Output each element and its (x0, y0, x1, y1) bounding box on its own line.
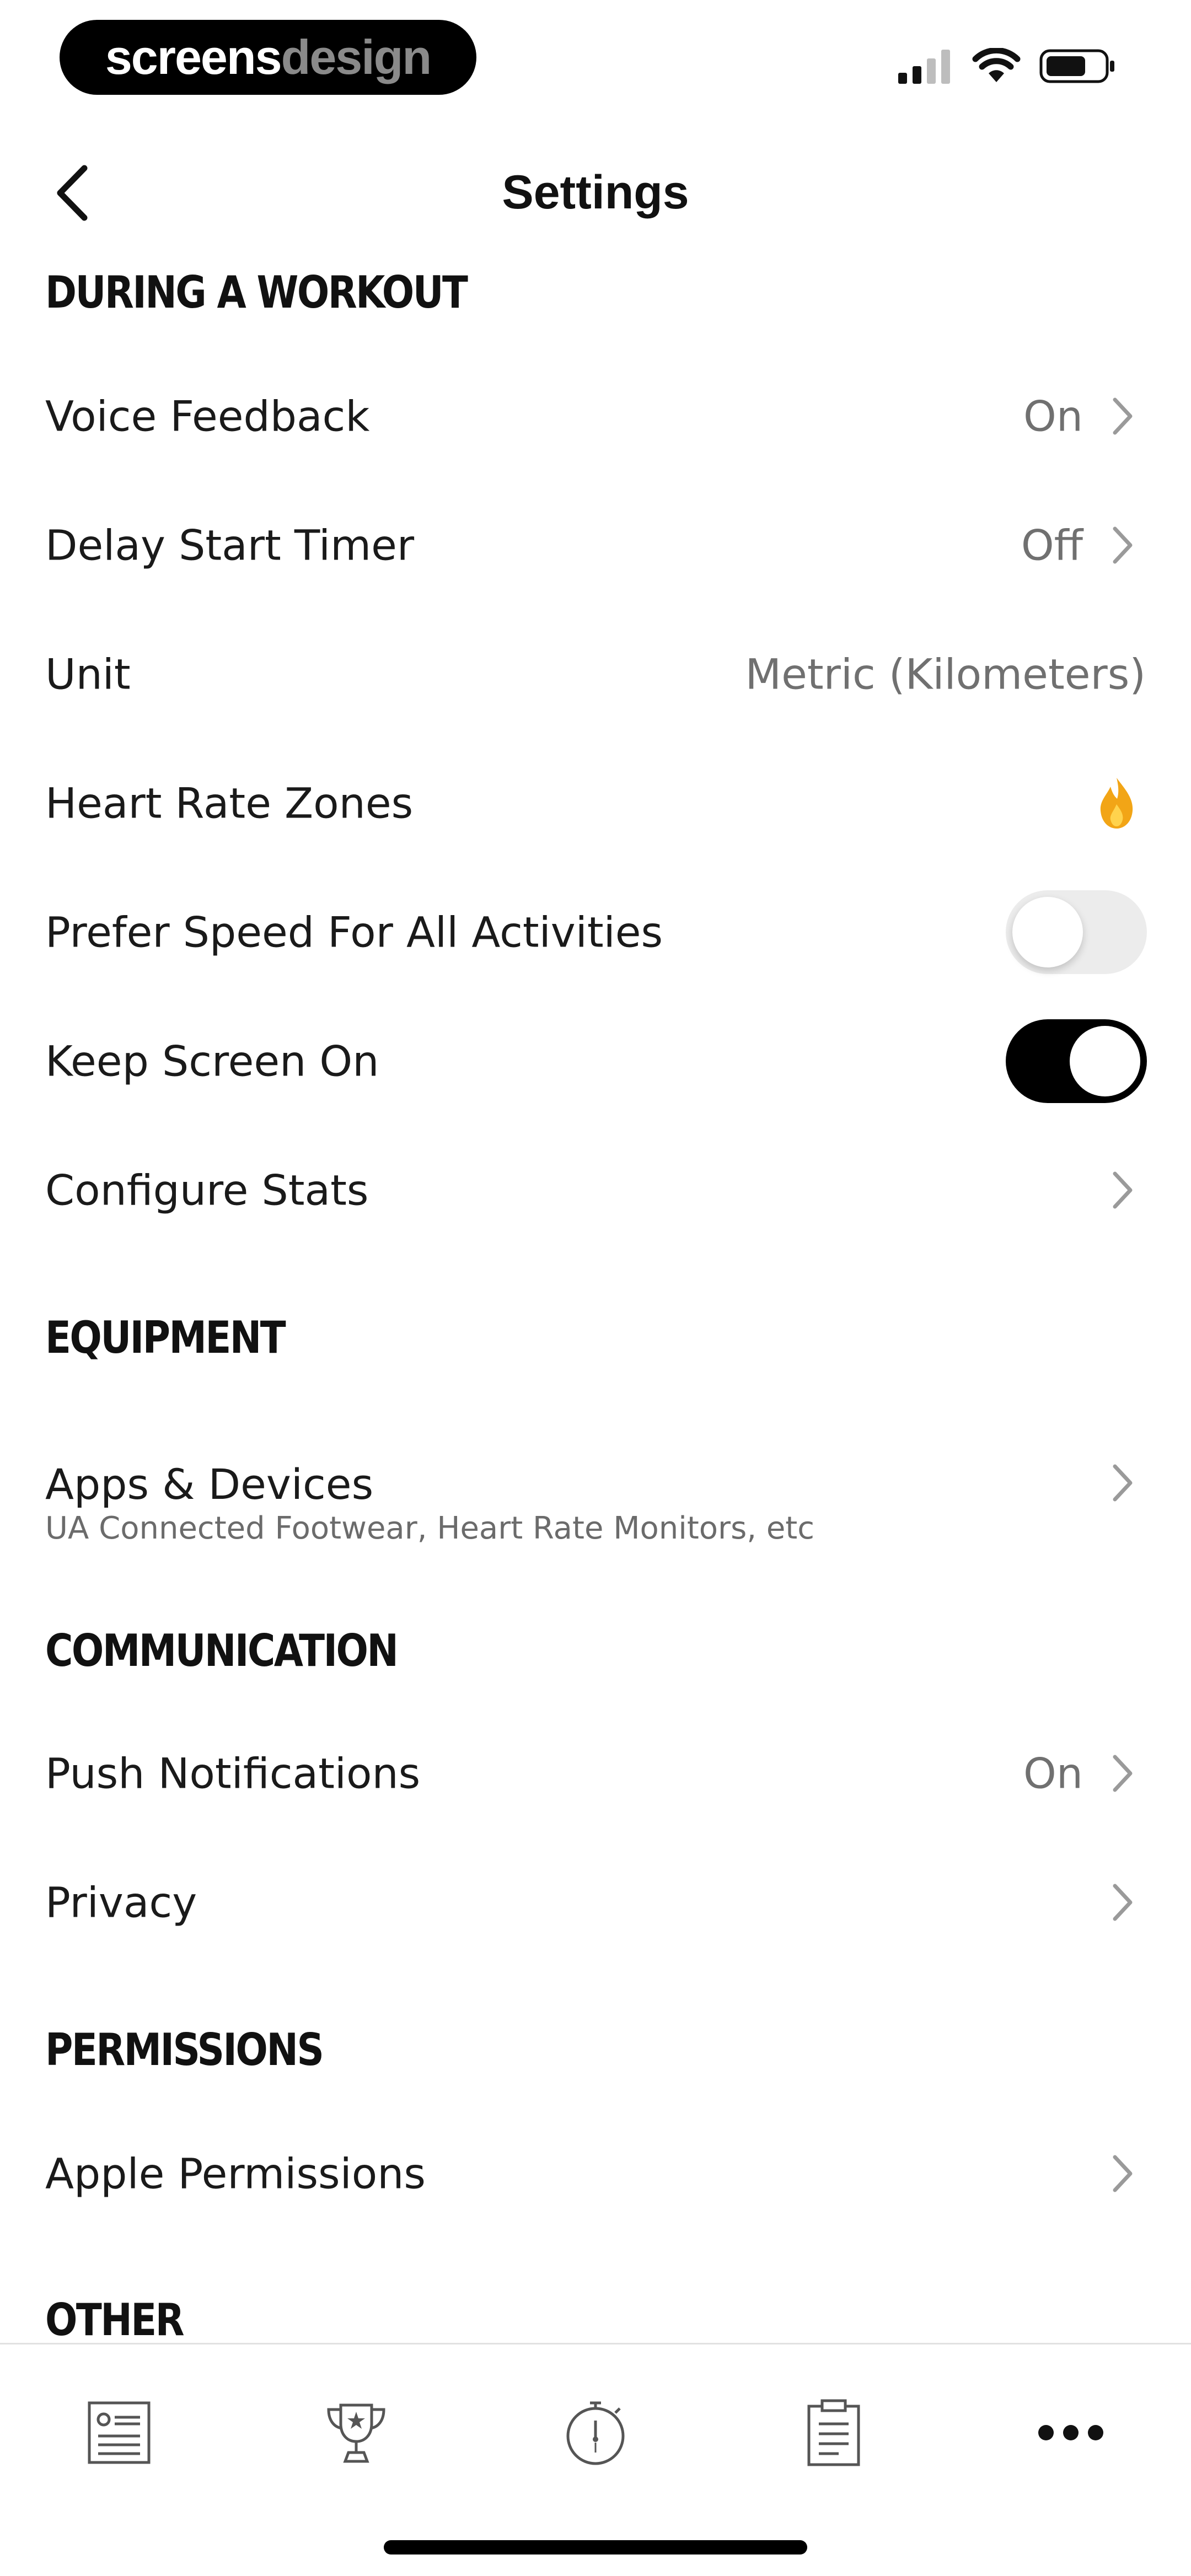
toggle-knob (1012, 897, 1083, 967)
chevron-right-icon (1113, 1171, 1133, 1209)
row-sublabel: UA Connected Footwear, Heart Rate Monito… (45, 1510, 815, 1546)
row-heart-rate-zones[interactable]: Heart Rate Zones (0, 745, 1191, 861)
tab-more[interactable] (1016, 2378, 1126, 2488)
row-apps-devices[interactable]: Apps & Devices UA Connected Footwear, He… (0, 1417, 1191, 1549)
row-voice-feedback[interactable]: Voice Feedback On (0, 358, 1191, 474)
row-unit[interactable]: Unit Metric (Kilometers) (0, 616, 1191, 732)
section-header-permissions: PERMISSIONS (45, 2024, 324, 2075)
row-label: Push Notifications (45, 1749, 421, 1798)
trophy-icon (327, 2403, 385, 2463)
tab-record[interactable] (540, 2378, 651, 2488)
prefer-speed-toggle[interactable] (1006, 890, 1147, 974)
tab-feed[interactable] (64, 2378, 174, 2488)
toggle-knob (1070, 1026, 1140, 1096)
row-value: On (1023, 391, 1083, 441)
row-privacy[interactable]: Privacy (0, 1844, 1191, 1960)
keep-screen-on-toggle[interactable] (1006, 1019, 1147, 1103)
row-label: Configure Stats (45, 1165, 369, 1215)
flame-icon (1100, 778, 1133, 829)
section-header-other: OTHER (45, 2294, 185, 2343)
row-label: Apps & Devices (45, 1460, 374, 1509)
row-push-notifications[interactable]: Push Notifications On (0, 1715, 1191, 1831)
row-label: Heart Rate Zones (45, 778, 414, 828)
stopwatch-icon (566, 2401, 625, 2465)
row-value: Metric (Kilometers) (745, 649, 1146, 699)
row-configure-stats[interactable]: Configure Stats (0, 1132, 1191, 1248)
section-header-workout: DURING A WORKOUT (45, 267, 468, 318)
row-label: Apple Permissions (45, 2149, 426, 2198)
row-prefer-speed[interactable]: Prefer Speed For All Activities (0, 874, 1191, 990)
row-label: Unit (45, 649, 131, 699)
chevron-right-icon (1113, 397, 1133, 435)
feed-icon (88, 2401, 151, 2464)
row-label: Voice Feedback (45, 391, 370, 441)
chevron-right-icon (1113, 526, 1133, 564)
row-label: Prefer Speed For All Activities (45, 907, 663, 957)
section-header-equipment: EQUIPMENT (45, 1312, 286, 1363)
row-keep-screen-on[interactable]: Keep Screen On (0, 1003, 1191, 1119)
chevron-right-icon (1113, 1464, 1133, 1502)
row-apple-permissions[interactable]: Apple Permissions (0, 2116, 1191, 2231)
settings-list[interactable]: DURING A WORKOUT Voice Feedback On Delay… (0, 0, 1191, 2343)
home-indicator (384, 2540, 807, 2555)
row-label: Keep Screen On (45, 1036, 379, 1086)
chevron-right-icon (1113, 1755, 1133, 1792)
chevron-right-icon (1113, 1884, 1133, 1921)
tab-challenges[interactable] (301, 2378, 411, 2488)
tab-plans[interactable] (779, 2378, 889, 2488)
section-header-communication: COMMUNICATION (45, 1625, 399, 1676)
clipboard-icon (807, 2399, 860, 2466)
row-label: Privacy (45, 1878, 197, 1927)
row-value: Off (1021, 520, 1083, 570)
chevron-right-icon (1113, 2155, 1133, 2192)
row-value: On (1023, 1749, 1083, 1798)
more-icon (1038, 2425, 1103, 2440)
row-delay-start-timer[interactable]: Delay Start Timer Off (0, 487, 1191, 603)
row-label: Delay Start Timer (45, 520, 415, 570)
